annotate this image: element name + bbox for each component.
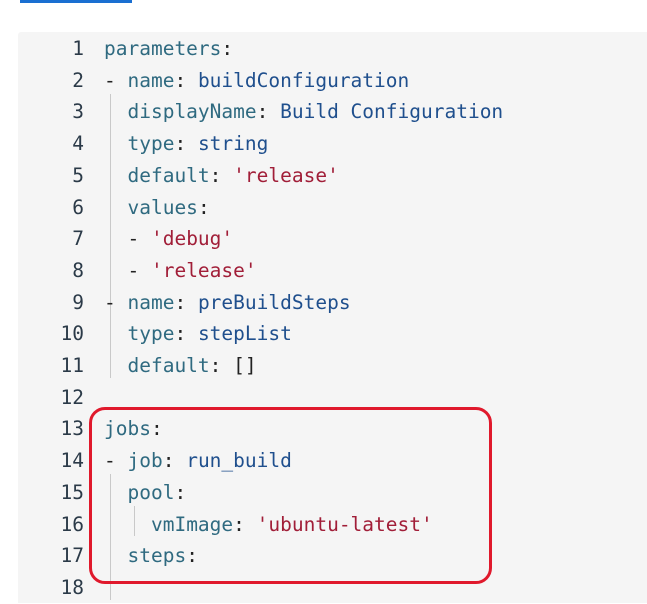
line-code: - name: preBuildSteps: [104, 287, 351, 319]
code-token: :: [174, 290, 198, 314]
code-token: type: [127, 322, 175, 346]
line-number: 17: [60, 544, 84, 568]
code-line[interactable]: 10 type: stepList: [18, 318, 647, 350]
line-number: 10: [60, 322, 84, 346]
code-token: -: [104, 68, 128, 92]
code-line[interactable]: 2- name: buildConfiguration: [18, 65, 647, 97]
code-token: 'release': [150, 258, 257, 282]
line-code: parameters:: [104, 33, 233, 65]
code-token: buildConfiguration: [197, 68, 410, 92]
line-code: default: []: [104, 350, 257, 382]
code-line[interactable]: 5 default: 'release': [18, 160, 647, 192]
code-line[interactable]: 4 type: string: [18, 128, 647, 160]
line-number: 13: [60, 417, 84, 441]
code-line[interactable]: 9- name: preBuildSteps: [18, 287, 647, 319]
code-token: :: [174, 132, 198, 156]
code-token: 'debug': [150, 227, 234, 251]
code-token: :: [174, 68, 198, 92]
code-token: string: [197, 132, 269, 156]
code-token: :: [256, 100, 281, 124]
highlight-annotation-box: [89, 407, 492, 584]
code-token: :: [197, 195, 210, 219]
line-number: 11: [60, 354, 84, 377]
code-token: -: [104, 258, 151, 282]
top-link-underline[interactable]: [20, 0, 132, 3]
line-number: 14: [60, 449, 84, 473]
code-token: preBuildSteps: [197, 290, 351, 314]
line-number: 2: [72, 68, 84, 92]
code-token: parameters: [104, 37, 222, 60]
code-line[interactable]: 11 default: []: [18, 350, 647, 382]
code-token: Build Configuration: [280, 100, 504, 124]
line-number: 3: [72, 100, 84, 124]
line-number: 1: [72, 37, 84, 60]
code-line[interactable]: 6 values:: [18, 192, 647, 224]
code-token: :: [209, 163, 234, 187]
line-number: 4: [72, 132, 84, 156]
code-token: default: [127, 163, 210, 187]
line-number: 16: [60, 512, 84, 536]
line-code: - name: buildConfiguration: [104, 65, 409, 97]
code-token: :: [221, 37, 234, 60]
code-line[interactable]: 7 - 'debug': [18, 223, 647, 255]
code-token: name: [127, 68, 175, 92]
line-number: 12: [60, 385, 84, 409]
line-number: 9: [72, 290, 84, 314]
code-token: name: [127, 290, 175, 314]
line-code: type: stepList: [104, 318, 292, 350]
line-number: 18: [60, 575, 84, 599]
line-code: type: string: [104, 128, 268, 160]
code-token: :: [209, 354, 234, 377]
line-code: default: 'release': [104, 160, 339, 192]
line-code: displayName: Build Configuration: [104, 96, 503, 128]
line-number: 8: [72, 258, 84, 282]
code-token: values: [127, 195, 198, 219]
code-token: -: [104, 290, 128, 314]
line-code: - 'debug': [104, 223, 233, 255]
code-token: type: [127, 132, 175, 156]
code-token: 'release': [233, 163, 339, 187]
line-number: 7: [72, 227, 84, 251]
code-line[interactable]: 3 displayName: Build Configuration: [18, 96, 647, 128]
code-line[interactable]: 8 - 'release': [18, 255, 647, 287]
code-token: -: [104, 227, 151, 251]
code-token: stepList: [197, 322, 292, 346]
code-token: default: [127, 354, 210, 377]
code-token: displayName: [127, 100, 257, 124]
line-code: values:: [104, 192, 210, 224]
line-number: 5: [72, 163, 84, 187]
code-token: []: [233, 354, 257, 377]
line-number: 15: [60, 480, 84, 504]
line-code: - 'release': [104, 255, 257, 287]
code-line[interactable]: 1 parameters:: [18, 33, 647, 65]
code-token: :: [174, 322, 198, 346]
line-number: 6: [72, 195, 84, 219]
